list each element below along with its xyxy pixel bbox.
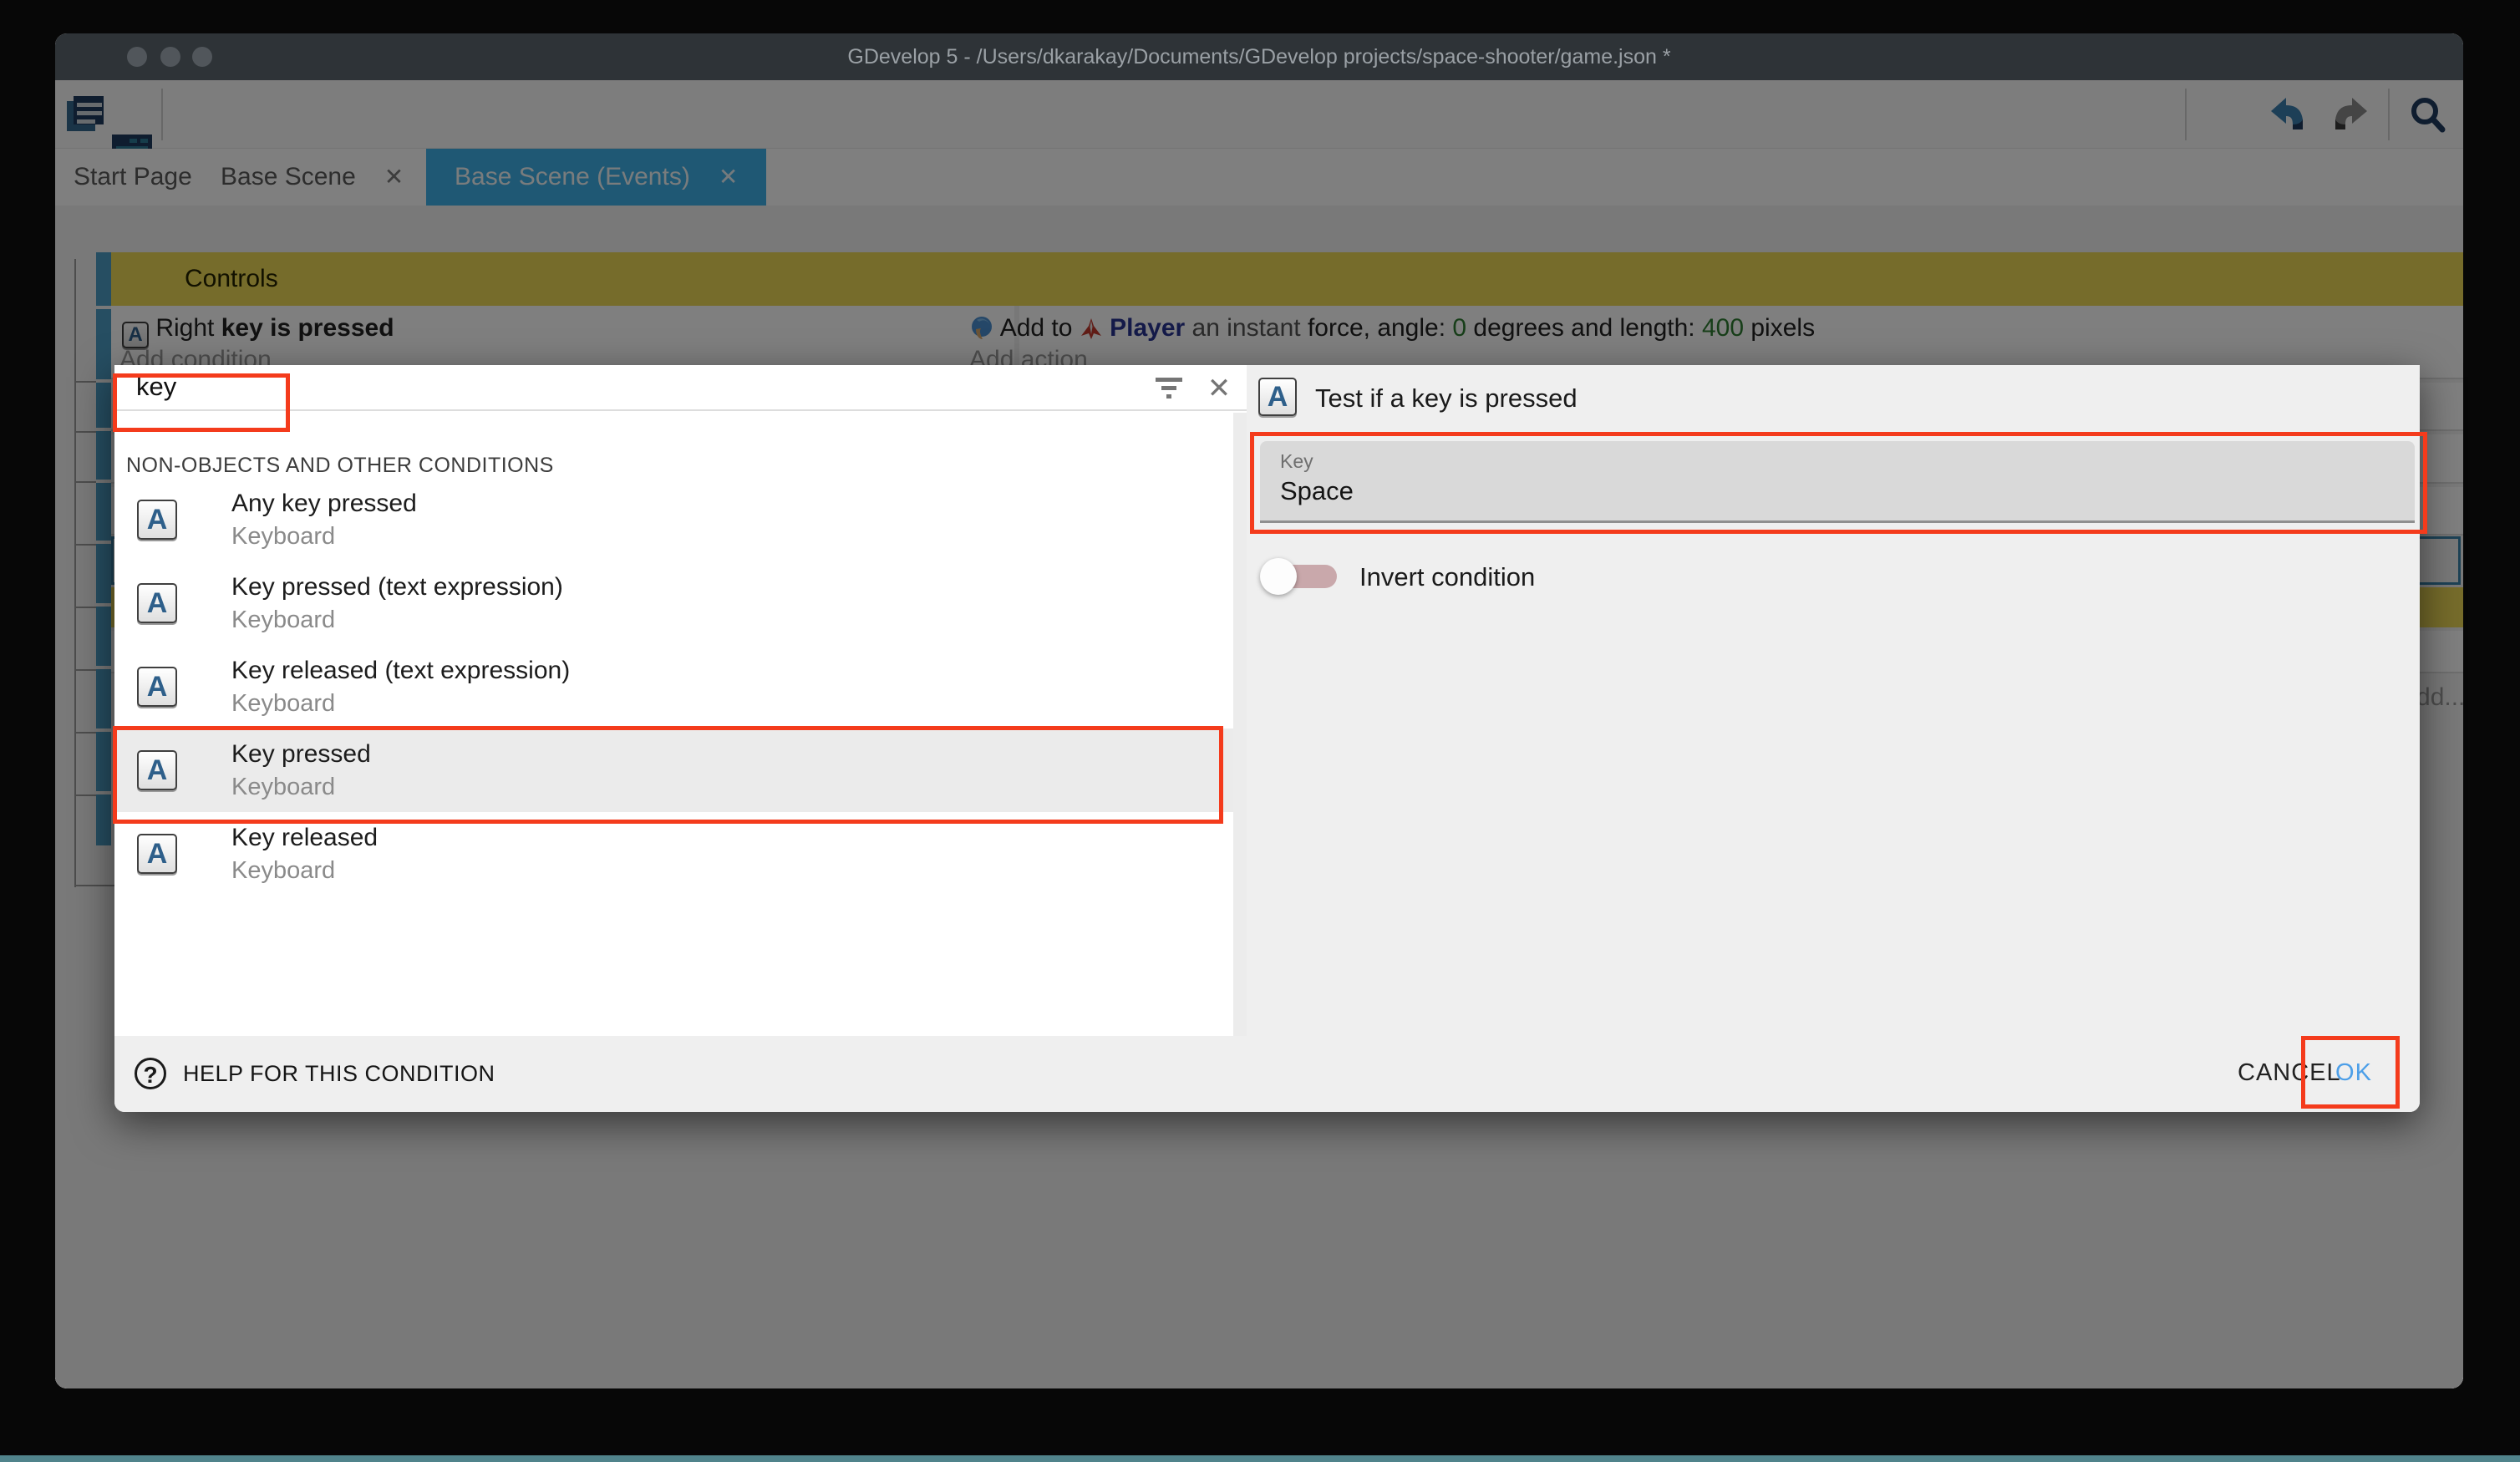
list-item[interactable]: A Any key pressed Keyboard [114,478,1233,561]
list-section-header: NON-OBJECTS AND OTHER CONDITIONS [126,454,554,478]
annotation-selected-item [113,726,1223,824]
keyboard-key-icon: A [137,500,177,540]
list-item[interactable]: A Key released Keyboard [114,812,1233,896]
item-subtitle: Keyboard [231,607,335,634]
filter-icon[interactable] [1151,370,1187,407]
desktop-background: GDevelop 5 - /Users/dkarakay/Documents/G… [0,0,2520,1462]
window-title: GDevelop 5 - /Users/dkarakay/Documents/G… [55,33,2463,80]
keyboard-key-icon: A [137,667,177,707]
item-subtitle: Keyboard [231,523,335,551]
titlebar: GDevelop 5 - /Users/dkarakay/Documents/G… [55,33,2463,80]
item-title: Any key pressed [231,490,417,518]
annotation-key-field [1250,432,2427,534]
annotation-search-box [113,373,290,432]
list-item[interactable]: A Key pressed (text expression) Keyboard [114,561,1233,645]
toggle-thumb[interactable] [1260,558,1297,595]
list-scrollbar[interactable] [1233,413,1247,1036]
keyboard-key-icon: A [137,583,177,623]
keyboard-key-icon: A [1258,378,1297,416]
list-item[interactable]: A Key released (text expression) Keyboar… [114,645,1233,728]
help-link[interactable]: HELP FOR THIS CONDITION [183,1061,495,1087]
editor-title: Test if a key is pressed [1315,383,1578,414]
item-title: Key pressed (text expression) [231,573,563,602]
help-icon[interactable]: ? [135,1058,166,1089]
dialog-footer: ? HELP FOR THIS CONDITION CANCEL OK [114,1036,2420,1112]
keyboard-key-icon: A [137,834,177,874]
screen-bottom-strip [0,1455,2520,1462]
annotation-ok-button [2301,1036,2400,1109]
item-title: Key released [231,824,378,852]
invert-condition-label: Invert condition [1359,562,1535,592]
item-title: Key released (text expression) [231,657,570,685]
close-icon[interactable]: ✕ [1201,370,1237,407]
item-subtitle: Keyboard [231,690,335,718]
item-subtitle: Keyboard [231,857,335,885]
